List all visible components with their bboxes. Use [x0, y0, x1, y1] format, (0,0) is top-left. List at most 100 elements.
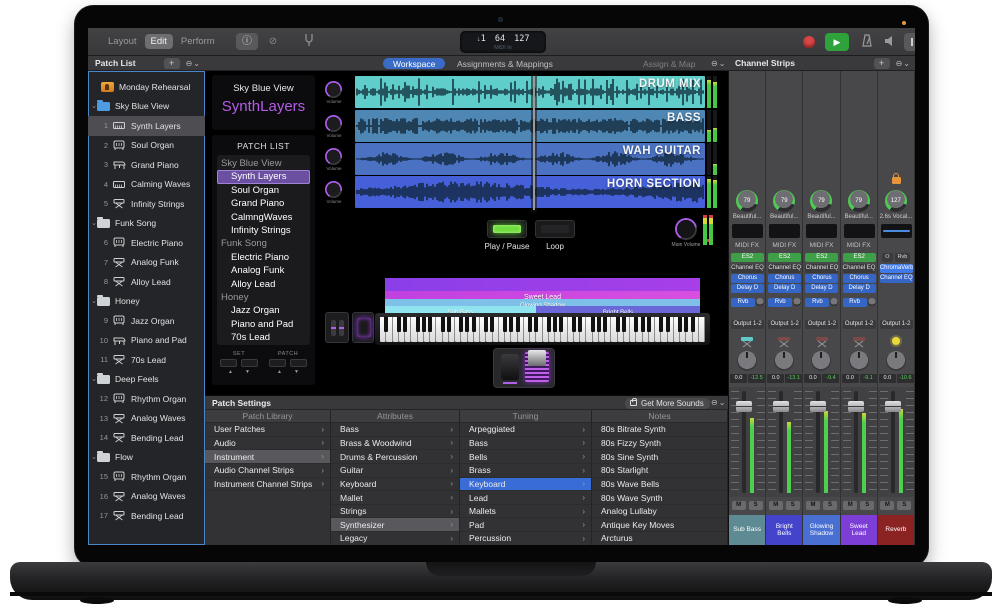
- solo-button[interactable]: S: [786, 501, 800, 510]
- sidebar-patch-calming-waves[interactable]: 4Calming Waves: [88, 175, 205, 195]
- patch-settings-item-strings[interactable]: Strings›: [331, 505, 459, 519]
- workspace-action-menu[interactable]: ⊖⌄: [711, 59, 726, 68]
- onscreen-list-piano-and-pad[interactable]: Piano and Pad: [217, 318, 310, 331]
- sidebar-patch-synth-layers[interactable]: 1Synth Layers: [88, 116, 205, 136]
- black-key[interactable]: [641, 317, 645, 332]
- main-volume-knob[interactable]: [675, 218, 697, 240]
- sidebar-patch-alloy-lead[interactable]: 8Alloy Lead: [88, 272, 205, 292]
- strip-name-label[interactable]: Glowing Shadow: [803, 515, 839, 545]
- patch-up-button[interactable]: [269, 359, 286, 367]
- disclosure-chevron-icon[interactable]: ⌄: [88, 219, 97, 227]
- sidebar-concert-monday-rehearsal[interactable]: Monday Rehearsal: [88, 77, 205, 97]
- set-up-button[interactable]: [220, 359, 237, 367]
- eq-thumbnail[interactable]: [844, 224, 875, 238]
- patch-settings-item-80s-sine-synth[interactable]: 80s Sine Synth: [592, 450, 727, 464]
- audio-fx-slot-channel-eq[interactable]: Channel EQ: [805, 264, 838, 273]
- eq-thumbnail[interactable]: [881, 224, 912, 238]
- onscreen-list-70s-lead[interactable]: 70s Lead: [217, 331, 310, 344]
- patch-settings-item-pad[interactable]: Pad›: [460, 518, 591, 532]
- pan-knob[interactable]: [737, 351, 757, 371]
- onscreen-list-jazz-organ[interactable]: Jazz Organ: [217, 304, 310, 317]
- onscreen-list-electric-piano[interactable]: Electric Piano: [217, 251, 310, 264]
- onscreen-list-sky-blue-view[interactable]: Sky Blue View: [217, 157, 310, 170]
- channel-strips-action-menu[interactable]: ⊖⌄: [896, 59, 911, 68]
- black-key[interactable]: [422, 317, 426, 332]
- onscreen-list-alloy-lead[interactable]: Alloy Lead: [217, 278, 310, 291]
- disclosure-chevron-icon[interactable]: ⌄: [88, 375, 97, 383]
- mute-button[interactable]: M: [732, 501, 746, 510]
- disclosure-chevron-icon[interactable]: ⌄: [88, 102, 97, 110]
- play-button[interactable]: ▶: [825, 33, 849, 51]
- sidebar-patch-jazz-organ[interactable]: 9Jazz Organ: [88, 311, 205, 331]
- onscreen-list-analog-funk[interactable]: Analog Funk: [217, 264, 310, 277]
- fader-cap[interactable]: [848, 401, 864, 412]
- glow-pad-control[interactable]: [352, 312, 374, 343]
- patch-settings-item-drums-percussion[interactable]: Drums & Percussion›: [331, 450, 459, 464]
- black-key[interactable]: [553, 317, 557, 332]
- patch-settings-action-menu[interactable]: ⊖⌄: [711, 398, 726, 407]
- black-key[interactable]: [597, 317, 601, 332]
- send-slot-rvb[interactable]: Rvb: [843, 298, 867, 307]
- sidebar-folder-honey[interactable]: ⌄Honey: [88, 292, 205, 312]
- instrument-slot[interactable]: ES2: [843, 253, 876, 262]
- get-more-sounds-button[interactable]: Get More Sounds: [625, 398, 710, 409]
- pitch-mod-wheels[interactable]: [325, 312, 349, 343]
- patch-settings-item-audio[interactable]: Audio›: [205, 437, 330, 451]
- patch-settings-item-instrument[interactable]: Instrument›: [205, 450, 330, 464]
- sidebar-folder-flow[interactable]: ⌄Flow: [88, 448, 205, 468]
- instrument-slot[interactable]: ES2: [731, 253, 764, 262]
- audio-fx-slot-delay-d[interactable]: Delay D: [731, 284, 764, 293]
- mute-button[interactable]: M: [880, 501, 894, 510]
- mode-button-edit[interactable]: Edit: [145, 34, 173, 49]
- black-key[interactable]: [428, 317, 432, 332]
- black-key[interactable]: [459, 317, 463, 332]
- black-key[interactable]: [534, 317, 538, 332]
- audio-fx-slot-channel-eq[interactable]: Channel EQ: [731, 264, 764, 273]
- sidebar-folder-funk-song[interactable]: ⌄Funk Song: [88, 214, 205, 234]
- black-key[interactable]: [484, 317, 488, 332]
- sidebar-patch-rhythm-organ[interactable]: 15Rhythm Organ: [88, 467, 205, 487]
- input-button-rvb[interactable]: Rvb: [895, 253, 911, 262]
- black-key[interactable]: [416, 317, 420, 332]
- sidebar-patch-bending-lead[interactable]: 17Bending Lead: [88, 506, 205, 526]
- patch-settings-item-80s-fizzy-synth[interactable]: 80s Fizzy Synth: [592, 437, 727, 451]
- playhead[interactable]: [533, 76, 535, 210]
- sidebar-patch-piano-and-pad[interactable]: 10Piano and Pad: [88, 331, 205, 351]
- onscreen-list-infinity-strings[interactable]: Infinity Strings: [217, 224, 310, 237]
- layer-lead-top[interactable]: [385, 278, 700, 291]
- mute-button[interactable]: M: [769, 501, 783, 510]
- speaker-icon[interactable]: [883, 34, 901, 50]
- audio-fx-slot-channel-eq[interactable]: Channel EQ: [843, 264, 876, 273]
- patch-settings-item-brass-woodwind[interactable]: Brass & Woodwind›: [331, 437, 459, 451]
- sidebar-folder-deep-feels[interactable]: ⌄Deep Feels: [88, 370, 205, 390]
- patch-settings-item-percussion[interactable]: Percussion›: [460, 532, 591, 545]
- solo-button[interactable]: S: [860, 501, 874, 510]
- black-key[interactable]: [490, 317, 494, 332]
- patch-settings-item-keyboard[interactable]: Keyboard›: [331, 478, 459, 492]
- output-slot[interactable]: Output 1-2: [880, 320, 913, 329]
- fader-cap[interactable]: [773, 401, 789, 412]
- tab-workspace[interactable]: Workspace: [383, 58, 445, 69]
- foot-pedals[interactable]: [493, 348, 555, 388]
- preset-name[interactable]: 2.6s Vocal...: [878, 214, 914, 220]
- black-key[interactable]: [384, 317, 388, 332]
- black-key[interactable]: [503, 317, 507, 332]
- track-volume-knob[interactable]: [325, 81, 342, 98]
- solo-button[interactable]: S: [823, 501, 837, 510]
- tuner-icon[interactable]: [300, 33, 318, 50]
- black-key[interactable]: [622, 317, 626, 332]
- pan-knob[interactable]: [811, 351, 831, 371]
- audio-fx-slot-delay-d[interactable]: Delay D: [843, 284, 876, 293]
- black-key[interactable]: [547, 317, 551, 332]
- audio-fx-slot-delay-d[interactable]: Delay D: [805, 284, 838, 293]
- patch-settings-item-80s-wave-bells[interactable]: 80s Wave Bells: [592, 478, 727, 492]
- audio-fx-slot-chorus[interactable]: Chorus: [805, 274, 838, 283]
- patch-settings-item-mallets[interactable]: Mallets›: [460, 505, 591, 519]
- patch-settings-item-instrument-channel-strips[interactable]: Instrument Channel Strips›: [205, 478, 330, 492]
- onscreen-list-grand-piano[interactable]: Grand Piano: [217, 197, 310, 210]
- audio-fx-slot-chorus[interactable]: Chorus: [843, 274, 876, 283]
- tab-assignments-mappings[interactable]: Assignments & Mappings: [457, 59, 553, 69]
- patch-settings-item-legacy[interactable]: Legacy›: [331, 532, 459, 545]
- send-slot-rvb[interactable]: Rvb: [805, 298, 829, 307]
- output-slot[interactable]: Output 1-2: [805, 320, 838, 329]
